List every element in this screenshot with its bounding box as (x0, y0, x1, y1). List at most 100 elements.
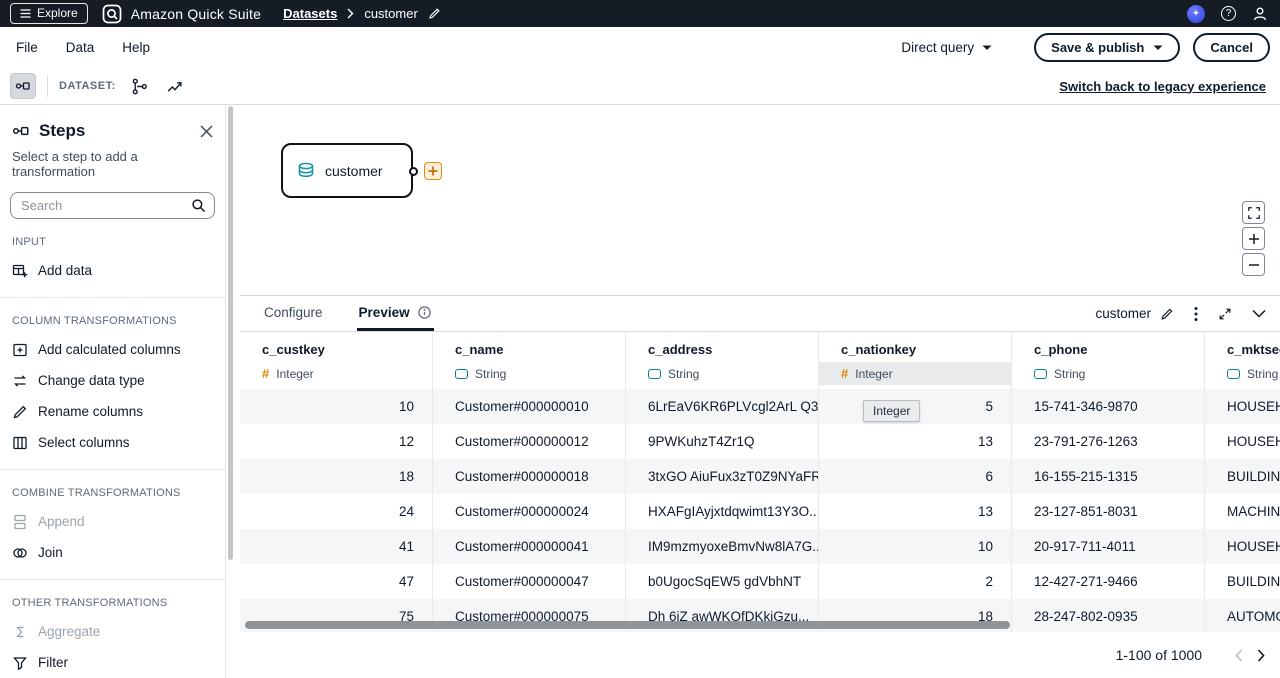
steps-search (10, 192, 215, 219)
q-assistant-icon[interactable] (1187, 5, 1205, 23)
cell: 24 (240, 494, 433, 529)
zoom-out-button[interactable] (1242, 253, 1265, 276)
menu-data[interactable]: Data (66, 40, 95, 55)
table-row[interactable]: 24 Customer#000000024 HXAFgIAyjxtdqwimt1… (240, 494, 1280, 529)
table-row[interactable]: 10 Customer#000000010 6LrEaV6KR6PLVcgl2A… (240, 389, 1280, 424)
flow-view-icon[interactable] (131, 78, 148, 95)
menubar-right: Direct query Save & publish Cancel (901, 33, 1272, 62)
steps-flow-icon (15, 78, 31, 94)
breadcrumb-datasets-link[interactable]: Datasets (283, 6, 337, 21)
query-mode-dropdown[interactable]: Direct query (901, 40, 992, 55)
explore-button[interactable]: Explore (10, 3, 88, 24)
horizontal-scrollbar-thumb[interactable] (245, 621, 1010, 629)
sidebar-item-label: Append (38, 514, 85, 529)
cell: HXAFgIAyjxtdqwimt13Y3O... (626, 494, 819, 529)
cell: 10 (240, 389, 433, 424)
kebab-menu-icon[interactable] (1194, 306, 1198, 322)
cell: 13 (819, 424, 1012, 459)
preview-right-controls: customer (1095, 296, 1280, 331)
column-name: c_name (433, 342, 625, 357)
fit-view-icon (1247, 206, 1261, 220)
cell: Customer#000000024 (433, 494, 626, 529)
column-header-c-nationkey[interactable]: c_nationkey Integer (819, 332, 1012, 389)
user-icon[interactable] (1252, 6, 1268, 22)
dataset-name-group: customer (1095, 306, 1174, 321)
cancel-button[interactable]: Cancel (1193, 33, 1270, 62)
string-type-icon (1227, 369, 1240, 379)
sidebar-item-select-columns[interactable]: Select columns (0, 427, 225, 458)
cell: 13 (819, 494, 1012, 529)
save-publish-button[interactable]: Save & publish (1034, 33, 1180, 62)
preview-tabbar: Configure Preview customer (240, 296, 1280, 332)
node-output-port[interactable] (409, 167, 418, 176)
zoom-in-button[interactable] (1242, 227, 1265, 250)
help-icon[interactable] (1221, 6, 1236, 21)
search-input[interactable] (10, 192, 215, 219)
select-columns-icon (12, 435, 28, 451)
sidebar-item-rename-columns[interactable]: Rename columns (0, 396, 225, 427)
main-area: customer Con (240, 105, 1280, 678)
fit-view-button[interactable] (1242, 201, 1265, 224)
join-icon (12, 545, 28, 561)
edit-name-icon[interactable] (428, 7, 441, 20)
sidebar-item-label: Filter (38, 655, 68, 670)
sidebar-item-aggregate[interactable]: Aggregate (0, 616, 225, 647)
cell: 3txGO AiuFux3zT0Z9NYaFR... (626, 459, 819, 494)
cell: 28-247-802-0935 (1012, 599, 1205, 632)
column-header-c-phone[interactable]: c_phone String (1012, 332, 1205, 389)
table-row[interactable]: 47 Customer#000000047 b0UgocSqEW5 gdVbhN… (240, 564, 1280, 599)
sidebar-item-join[interactable]: Join (0, 537, 225, 568)
tab-configure[interactable]: Configure (262, 296, 325, 331)
cell: 23-127-851-8031 (1012, 494, 1205, 529)
zoom-controls (1242, 201, 1265, 276)
column-type-hovered[interactable]: Integer (819, 362, 1011, 385)
steps-panel-subtitle: Select a step to add a transformation (0, 141, 225, 179)
cell: 41 (240, 529, 433, 564)
node-label: customer (325, 163, 383, 179)
close-icon[interactable] (200, 125, 213, 138)
prev-page-icon[interactable] (1228, 644, 1250, 666)
column-header-c-address[interactable]: c_address String (626, 332, 819, 389)
breadcrumb-current: customer (364, 6, 417, 21)
aggregate-icon (12, 624, 28, 640)
sidebar-item-change-data-type[interactable]: Change data type (0, 365, 225, 396)
explore-label: Explore (37, 6, 78, 20)
collapse-panel-chevron-icon[interactable] (1252, 309, 1266, 318)
trend-view-icon[interactable] (166, 78, 183, 95)
steps-panel-toggle-button[interactable] (10, 73, 36, 99)
column-name: c_address (626, 342, 818, 357)
cell: 2 (819, 564, 1012, 599)
content-area: Steps Select a step to add a transformat… (0, 105, 1280, 678)
table-row[interactable]: 18 Customer#000000018 3txGO AiuFux3zT0Z9… (240, 459, 1280, 494)
table-row[interactable]: 41 Customer#000000041 IM9mzmyoxeBmvNw8lA… (240, 529, 1280, 564)
cell: 20-917-711-4011 (1012, 529, 1205, 564)
steps-flow-icon (12, 122, 30, 140)
tab-preview[interactable]: Preview (357, 296, 434, 331)
sidebar-item-append[interactable]: Append (0, 506, 225, 537)
dataset-node-customer[interactable]: customer (281, 143, 413, 198)
column-header-c-mktsegment[interactable]: c_mktsegment String (1205, 332, 1280, 389)
cell: Customer#000000041 (433, 529, 626, 564)
sidebar-scrollbar-thumb[interactable] (228, 106, 233, 560)
sidebar-item-add-data[interactable]: Add data (0, 255, 225, 286)
sidebar-item-add-calculated-columns[interactable]: Add calculated columns (0, 334, 225, 365)
integer-type-icon (262, 366, 269, 381)
table-row[interactable]: 12 Customer#000000012 9PWKuhzT4Zr1Q 13 2… (240, 424, 1280, 459)
edit-icon[interactable] (1160, 307, 1174, 321)
column-header-c-custkey[interactable]: c_custkey Integer (240, 332, 433, 389)
table-header-row: c_custkey Integer c_name String c_addres… (240, 332, 1280, 389)
sidebar-item-filter[interactable]: Filter (0, 647, 225, 678)
column-name: c_phone (1012, 342, 1204, 357)
dataset-toolbar: DATASET: Switch back to legacy experienc… (0, 68, 1280, 105)
next-page-icon[interactable] (1250, 644, 1272, 666)
cell: Customer#000000018 (433, 459, 626, 494)
add-transformation-button[interactable] (424, 162, 442, 180)
column-header-c-name[interactable]: c_name String (433, 332, 626, 389)
sidebar-item-label: Join (38, 545, 63, 560)
flow-canvas[interactable]: customer (240, 105, 1280, 295)
menu-help[interactable]: Help (122, 40, 150, 55)
menu-file[interactable]: File (16, 40, 38, 55)
legacy-experience-link[interactable]: Switch back to legacy experience (1059, 79, 1266, 94)
menu-bar: File Data Help Direct query Save & publi… (0, 27, 1280, 68)
expand-panel-icon[interactable] (1218, 307, 1232, 321)
